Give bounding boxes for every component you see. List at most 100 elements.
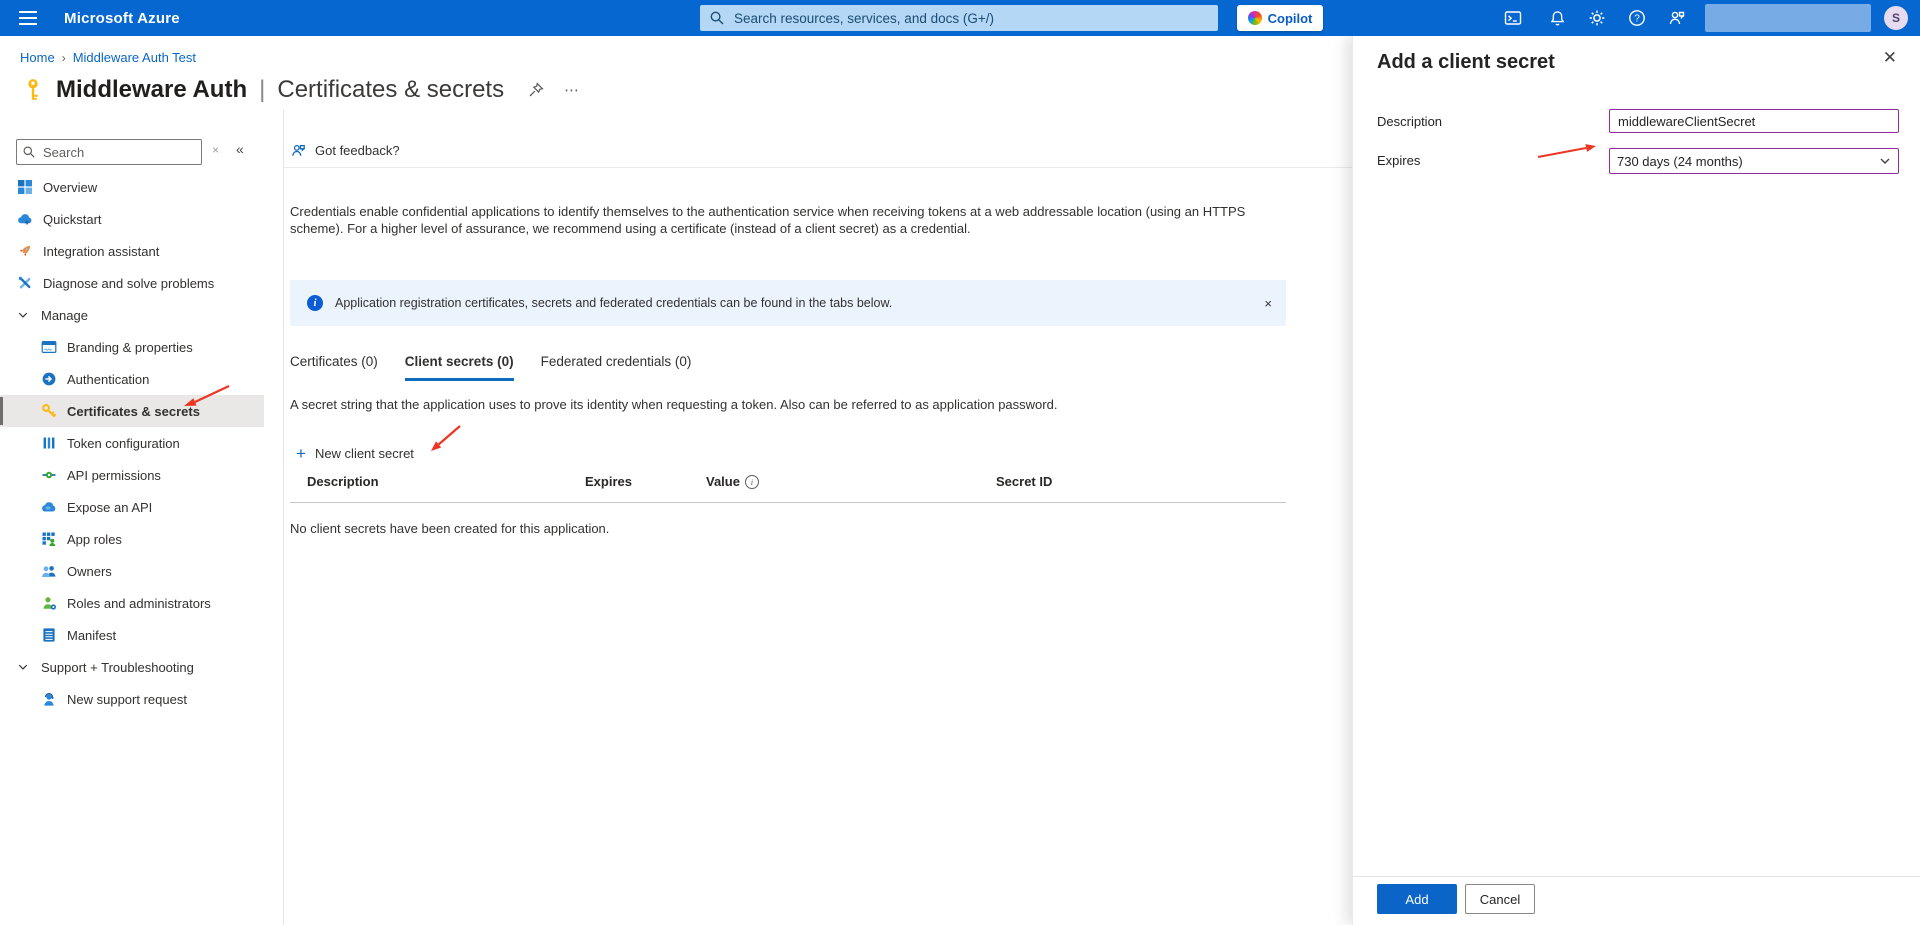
- search-clear-icon[interactable]: ×: [212, 143, 219, 157]
- sidebar-item-authentication[interactable]: Authentication: [0, 363, 264, 395]
- sidebar-item-token-configuration[interactable]: Token configuration: [0, 427, 264, 459]
- search-icon: [23, 146, 35, 158]
- copilot-button[interactable]: Copilot: [1237, 5, 1323, 31]
- sidebar-item-quickstart[interactable]: Quickstart: [0, 203, 264, 235]
- chevron-down-icon: [14, 307, 31, 324]
- sidebar-search-input[interactable]: [41, 144, 201, 161]
- sidebar-item-expose-an-api[interactable]: Expose an API: [0, 491, 264, 523]
- plus-icon: +: [296, 445, 306, 462]
- document-grid-icon: [40, 627, 57, 644]
- copilot-icon: [1248, 11, 1262, 25]
- sidebar-search[interactable]: [16, 139, 202, 165]
- main-content: Got feedback? Credentials enable confide…: [284, 36, 1352, 925]
- more-options-icon[interactable]: ⋯: [564, 81, 580, 99]
- browser-window-icon: [40, 339, 57, 356]
- banner-close-icon[interactable]: ×: [1264, 296, 1272, 311]
- table-header: DescriptionExpiresValueiSecret ID: [290, 474, 1286, 496]
- sidebar-item-manifest[interactable]: Manifest: [0, 619, 264, 651]
- sidebar-item-label: Overview: [43, 180, 97, 195]
- sidebar-item-label: New support request: [67, 692, 187, 707]
- key-icon: [40, 403, 57, 420]
- breadcrumb-home-link[interactable]: Home: [20, 50, 55, 65]
- cancel-button[interactable]: Cancel: [1465, 884, 1535, 914]
- settings-gear-icon[interactable]: [1579, 0, 1615, 36]
- expires-label: Expires: [1377, 153, 1420, 168]
- panel-footer-divider: [1353, 876, 1920, 877]
- sidebar-item-integration-assistant[interactable]: Integration assistant: [0, 235, 264, 267]
- chevron-down-icon: [14, 659, 31, 676]
- global-search-input[interactable]: [732, 10, 1218, 27]
- sidebar-item-certificates-secrets[interactable]: Certificates & secrets: [0, 395, 264, 427]
- tab-description: A secret string that the application use…: [290, 397, 1057, 412]
- sidebar-item-label: Branding & properties: [67, 340, 193, 355]
- cloud-shell-icon[interactable]: [1495, 0, 1531, 36]
- sidebar-item-manage[interactable]: Manage: [0, 299, 264, 331]
- tab-certificates-0[interactable]: Certificates (0): [290, 354, 378, 381]
- top-bar: Microsoft Azure Copilot ? S: [0, 0, 1920, 36]
- sidebar-item-label: Expose an API: [67, 500, 152, 515]
- empty-table-message: No client secrets have been created for …: [290, 521, 609, 536]
- breadcrumb-separator: ›: [62, 51, 66, 65]
- notifications-bell-icon[interactable]: [1539, 0, 1575, 36]
- sidebar-item-roles-and-administrators[interactable]: Roles and administrators: [0, 587, 264, 619]
- sidebar-item-label: Token configuration: [67, 436, 180, 451]
- sidebar-item-support-troubleshooting[interactable]: Support + Troubleshooting: [0, 651, 264, 683]
- sidebar-item-label: API permissions: [67, 468, 161, 483]
- intro-text: Credentials enable confidential applicat…: [290, 203, 1290, 237]
- add-button[interactable]: Add: [1377, 884, 1457, 914]
- page-header: Middleware Auth | Certificates & secrets…: [20, 76, 580, 104]
- support-person-icon: [40, 691, 57, 708]
- feedback-person-icon: [290, 142, 307, 159]
- overview-grid-icon: [16, 179, 33, 196]
- tab-client-secrets-0[interactable]: Client secrets (0): [405, 354, 514, 381]
- sidebar-item-label: Support + Troubleshooting: [41, 660, 194, 675]
- sidebar-divider: [283, 110, 284, 925]
- breadcrumb: Home › Middleware Auth Test: [20, 50, 196, 65]
- token-bars-icon: [40, 435, 57, 452]
- hamburger-menu-icon[interactable]: [10, 0, 46, 36]
- sidebar-item-overview[interactable]: Overview: [0, 171, 264, 203]
- cloud-icon: [40, 499, 57, 516]
- sidebar-item-label: Certificates & secrets: [67, 404, 200, 419]
- info-icon: i: [745, 475, 759, 489]
- new-client-secret-button[interactable]: + New client secret: [296, 445, 414, 462]
- add-client-secret-panel: Add a client secret ✕ Description Expire…: [1352, 36, 1920, 925]
- close-icon[interactable]: ✕: [1883, 48, 1897, 68]
- people-icon: [40, 563, 57, 580]
- account-info-redacted: [1705, 4, 1871, 32]
- api-node-icon: [40, 467, 57, 484]
- search-icon: [710, 11, 724, 25]
- sidebar-collapse-icon[interactable]: «: [236, 141, 244, 157]
- column-header-expires: Expires: [585, 474, 632, 489]
- sidebar-item-branding-properties[interactable]: Branding & properties: [0, 331, 264, 363]
- help-icon[interactable]: ?: [1619, 0, 1655, 36]
- app-title[interactable]: Microsoft Azure: [64, 0, 180, 36]
- sidebar-item-label: App roles: [67, 532, 122, 547]
- column-header-description: Description: [307, 474, 379, 489]
- column-header-value: Valuei: [706, 474, 759, 489]
- sidebar-item-app-roles[interactable]: App roles: [0, 523, 264, 555]
- sidebar-item-api-permissions[interactable]: API permissions: [0, 459, 264, 491]
- tab-list: Certificates (0) Client secrets (0) Federa…: [290, 354, 691, 381]
- pin-icon[interactable]: [528, 82, 544, 98]
- chevron-down-icon: [1879, 155, 1891, 167]
- page-subtitle: Certificates & secrets: [277, 76, 504, 104]
- sidebar-item-label: Roles and administrators: [67, 596, 211, 611]
- divider: [284, 167, 1352, 168]
- got-feedback-button[interactable]: Got feedback?: [290, 142, 400, 159]
- sidebar-item-label: Manage: [41, 308, 88, 323]
- panel-title: Add a client secret: [1377, 51, 1555, 74]
- expires-dropdown[interactable]: 730 days (24 months): [1609, 148, 1899, 174]
- sidebar-item-label: Owners: [67, 564, 112, 579]
- breadcrumb-app-link[interactable]: Middleware Auth Test: [73, 50, 196, 65]
- sidebar-item-owners[interactable]: Owners: [0, 555, 264, 587]
- avatar[interactable]: S: [1884, 6, 1908, 30]
- sidebar-item-diagnose-and-solve-problems[interactable]: Diagnose and solve problems: [0, 267, 264, 299]
- svg-text:?: ?: [1634, 14, 1640, 25]
- page-title: Middleware Auth: [56, 76, 247, 104]
- feedback-icon[interactable]: [1659, 0, 1695, 36]
- description-input[interactable]: [1609, 109, 1899, 133]
- global-search[interactable]: [700, 5, 1218, 31]
- tab-federated-credentials-0[interactable]: Federated credentials (0): [541, 354, 692, 381]
- sidebar-item-new-support-request[interactable]: New support request: [0, 683, 264, 715]
